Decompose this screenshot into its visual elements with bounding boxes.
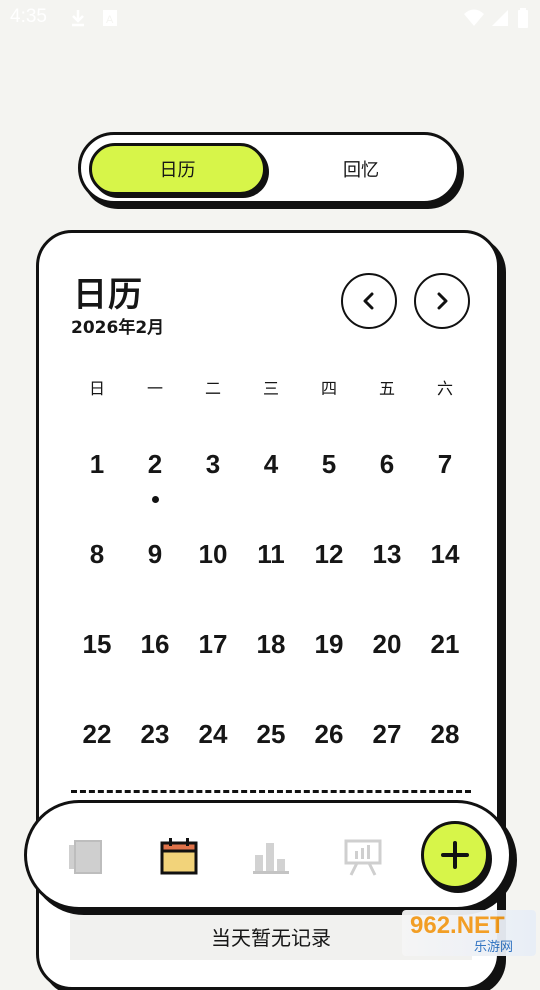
weekday-label: 一: [146, 379, 163, 398]
calendar-day[interactable]: 13: [358, 539, 416, 570]
calendar-day[interactable]: 12: [300, 539, 358, 570]
stats-icon[interactable]: [251, 837, 291, 877]
calendar-day[interactable]: 15: [68, 629, 126, 660]
tab-memories[interactable]: 回忆: [271, 143, 451, 195]
calendar-day[interactable]: 17: [184, 629, 242, 660]
month-label: 2026年2月: [71, 318, 165, 338]
battery-icon: [518, 8, 528, 28]
calendar-day[interactable]: 7: [416, 449, 474, 480]
chevron-left-icon: [363, 292, 374, 310]
calendar-day[interactable]: 16: [126, 629, 184, 660]
wifi-icon: [464, 9, 484, 26]
weekday-label: 二: [204, 379, 221, 398]
app-notification-icon: A: [103, 10, 117, 26]
weekday-header: 日 一 二 三 四 五 六: [39, 375, 503, 399]
divider: [71, 790, 471, 793]
add-record-button[interactable]: [421, 821, 489, 889]
weekday-label: 五: [378, 379, 395, 398]
calendar-day[interactable]: 14: [416, 539, 474, 570]
signal-icon: [492, 10, 508, 26]
calendar-day[interactable]: 10: [184, 539, 242, 570]
calendar-icon[interactable]: [159, 837, 199, 877]
weekday-label: 日: [88, 379, 105, 398]
bottom-nav: [24, 800, 512, 910]
calendar-day[interactable]: 22: [68, 719, 126, 750]
calendar-day[interactable]: 1: [68, 449, 126, 480]
calendar-day[interactable]: 3: [184, 449, 242, 480]
calendar-day[interactable]: 25: [242, 719, 300, 750]
calendar-day[interactable]: 19: [300, 629, 358, 660]
svg-text:A: A: [106, 14, 114, 26]
chevron-right-icon: [437, 292, 448, 310]
calendar-day[interactable]: 23: [126, 719, 184, 750]
page-title: 日历: [73, 275, 143, 315]
calendar-day[interactable]: 20: [358, 629, 416, 660]
next-month-button[interactable]: [414, 273, 470, 329]
calendar-day[interactable]: 27: [358, 719, 416, 750]
weekday-label: 四: [320, 379, 337, 398]
view-toggle: 日历 回忆: [78, 132, 460, 204]
calendar-day[interactable]: 2: [126, 449, 184, 480]
weekday-label: 三: [262, 379, 279, 398]
calendar-day[interactable]: 11: [242, 539, 300, 570]
calendar-day[interactable]: 26: [300, 719, 358, 750]
prev-month-button[interactable]: [341, 273, 397, 329]
watermark-sub: 乐游网: [474, 940, 514, 955]
calendar-day[interactable]: 4: [242, 449, 300, 480]
journal-icon[interactable]: [67, 837, 107, 877]
calendar-day[interactable]: 24: [184, 719, 242, 750]
status-bar: 4:35 A: [0, 0, 540, 36]
weekday-label: 六: [436, 379, 453, 398]
calendar-day[interactable]: 21: [416, 629, 474, 660]
tab-calendar[interactable]: 日历: [89, 143, 266, 195]
calendar-day[interactable]: 5: [300, 449, 358, 480]
status-time: 4:35: [10, 6, 47, 27]
presentation-icon[interactable]: [343, 837, 383, 877]
calendar-day[interactable]: 9: [126, 539, 184, 570]
calendar-day[interactable]: 6: [358, 449, 416, 480]
site-watermark: 962.NET 乐游网: [402, 910, 536, 956]
download-icon: [72, 10, 84, 27]
calendar-day[interactable]: 8: [68, 539, 126, 570]
record-marker-dot: [152, 496, 159, 503]
plus-icon: [441, 841, 469, 869]
calendar-day[interactable]: 18: [242, 629, 300, 660]
calendar-day[interactable]: 28: [416, 719, 474, 750]
